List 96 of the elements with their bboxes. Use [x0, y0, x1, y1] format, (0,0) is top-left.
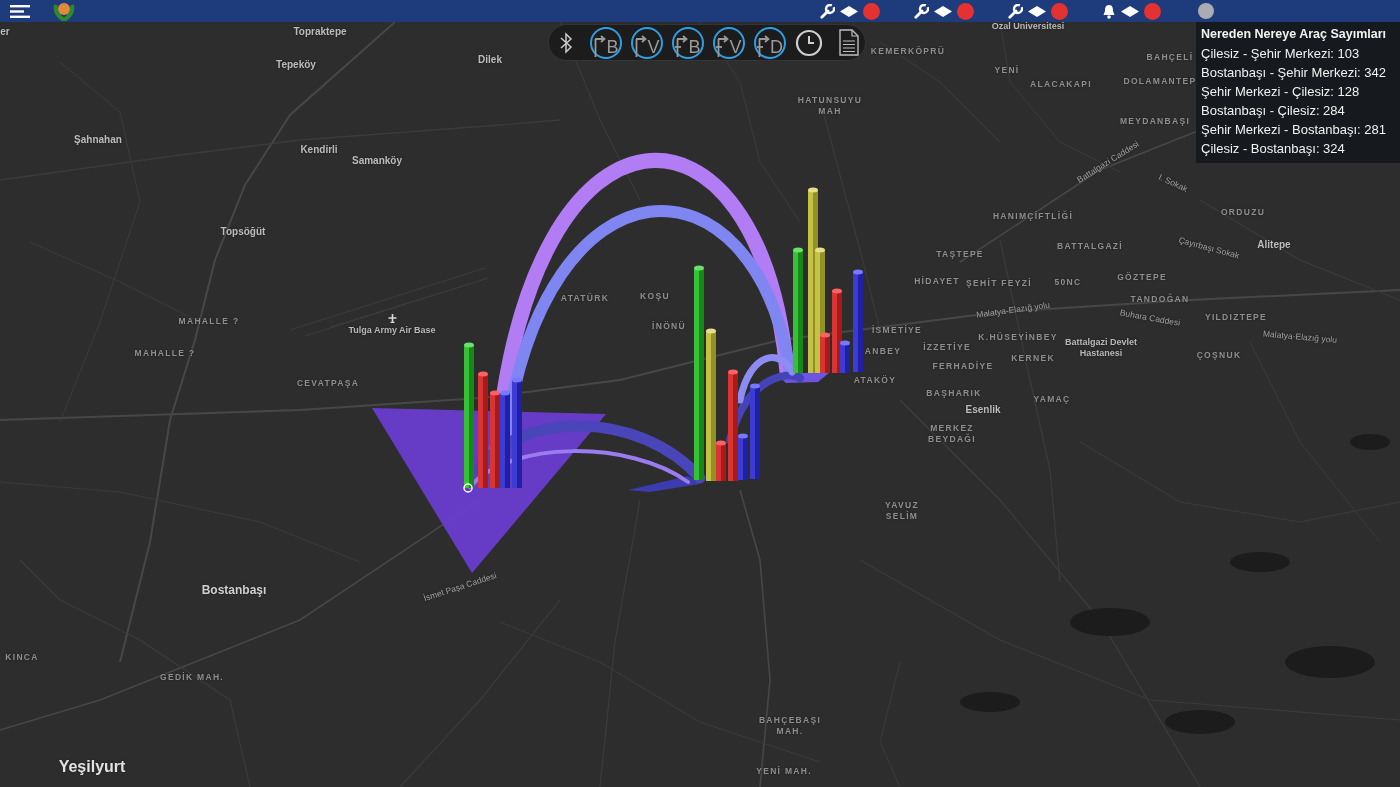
place-label: Samanköy [352, 154, 402, 168]
document-icon[interactable] [839, 29, 859, 56]
diamond-icon [840, 5, 858, 17]
panel-title: Nereden Nereye Araç Sayımları [1201, 26, 1388, 43]
count-row-text: Çilesiz - Şehir Merkezi: 103 [1201, 45, 1361, 63]
district-label: DOLAMANTEP [1123, 75, 1197, 87]
district-label: YILDIZTEPE [1204, 311, 1268, 323]
place-label: Tepeköy [276, 58, 316, 72]
arrow-icon [675, 34, 689, 57]
district-label: BAŞHARIK [926, 387, 982, 399]
district-label: KOŞU [640, 290, 670, 302]
district-label: ANBEY [864, 345, 902, 357]
district-label: İSMETİYE [871, 324, 923, 336]
district-label: ŞEHİT FEYZİ [966, 277, 1032, 289]
direction-button[interactable]: B [590, 26, 622, 59]
district-label: GEDİK MAH. [160, 671, 224, 683]
district-label: 50NC [1054, 276, 1082, 288]
district-label: ATATÜRK [560, 292, 610, 304]
count-row-text: Bostanbaşı - Çilesiz: 284 [1201, 102, 1346, 120]
arrow-icon [716, 34, 730, 57]
place-label: Kendirli [300, 143, 338, 157]
avatar-icon[interactable] [1198, 3, 1214, 19]
direction-button[interactable]: V [631, 26, 663, 59]
count-row-text: Çilesiz - Bostanbaşı: 324 [1201, 140, 1346, 158]
district-label: BAHÇELİ [1146, 51, 1194, 63]
diamond-icon [1028, 5, 1046, 17]
wrench-icon[interactable] [1008, 3, 1023, 19]
district-label: ORDUZU [1220, 206, 1266, 218]
alert-dot-icon [1144, 2, 1161, 20]
place-label: Topraktepe [293, 25, 347, 39]
place-label: Şahnahan [74, 133, 122, 147]
district-label: YAMAÇ [1033, 393, 1071, 405]
district-label: KINCA [5, 651, 39, 663]
arrow-icon [593, 34, 607, 57]
district-label: CEVATPAŞA [296, 377, 360, 389]
bluetooth-icon[interactable] [559, 31, 573, 54]
district-label: HANIMÇİFTLİĞİ [992, 210, 1074, 222]
direction-button[interactable]: B [672, 26, 704, 59]
district-label: TAŞTEPE [936, 248, 984, 260]
district-label: GÖZTEPE [1117, 271, 1167, 283]
road-label: Buhara Caddesi [1119, 307, 1181, 329]
landmark-label: Tulga Army Air Base [348, 325, 436, 337]
district-label: MAHALLE ? [134, 347, 196, 359]
clock-icon[interactable] [795, 28, 823, 57]
district-label: YAVUZ SELİM [885, 500, 919, 522]
menu-icon[interactable] [10, 4, 30, 18]
place-label: Alitepe [1257, 238, 1291, 252]
alert-dot-icon [957, 2, 974, 20]
district-label: İNÖNÜ [652, 320, 686, 332]
region-shape [628, 476, 700, 492]
arrow-icon [757, 34, 770, 57]
place-label: Dilek [478, 53, 502, 67]
district-label: BAHÇEBAŞI MAH. [758, 715, 822, 737]
district-label: HATUNSUYU MAH [797, 95, 863, 117]
road-label: Malatya-Elazığ yolu [1262, 328, 1338, 346]
district-label: KERNEK [1011, 352, 1055, 364]
place-label: Topsöğüt [220, 225, 266, 239]
district-label: MEYDANBAŞI [1119, 115, 1191, 127]
district-label: KEMERKÖPRÜ [870, 45, 946, 57]
water-patch [1165, 710, 1235, 734]
place-label: er [0, 25, 10, 39]
road-label: Malatya-Elazığ yolu [975, 299, 1051, 321]
district-label: ALACAKAPI [1030, 78, 1092, 90]
district-label: ÇOŞNUK [1196, 349, 1242, 361]
district-label: MERKEZ BEYDAĞI [928, 423, 976, 445]
ring-icon [463, 483, 473, 493]
wrench-icon[interactable] [820, 3, 835, 19]
place-label: Esenlik [965, 403, 1001, 417]
count-row-text: Bostanbaşı - Şehir Merkezi: 342 [1201, 64, 1387, 82]
bell-icon[interactable] [1102, 3, 1116, 19]
district-label: K.HÜSEYİNBEY [978, 331, 1058, 343]
district-label: İZZETİYE [923, 341, 971, 353]
district-label: HİDAYET [914, 275, 960, 287]
district-label: FERHADİYE [932, 360, 994, 372]
logo-icon[interactable] [53, 1, 75, 21]
arrow-icon [634, 34, 648, 57]
town-label: Bostanbaşı [201, 582, 267, 598]
district-label: ATAKÖY [853, 374, 897, 386]
district-label: YENİ [994, 64, 1020, 76]
count-row-text: Şehir Merkezi - Bostanbaşı: 281 [1201, 121, 1387, 139]
alert-dot-icon [1051, 2, 1068, 20]
district-label: MAHALLE ? [178, 315, 240, 327]
district-label: TANDOĞAN [1130, 293, 1190, 305]
airplane-icon [388, 314, 397, 323]
direction-button[interactable]: D [754, 26, 786, 59]
district-label: YENİ MAH. [756, 765, 812, 777]
wrench-icon[interactable] [914, 3, 929, 19]
landmark-label: Battalgazi Devlet Hastanesi [1064, 336, 1138, 360]
direction-button[interactable]: V [713, 26, 745, 59]
diamond-icon [1121, 5, 1139, 17]
alert-dot-icon [863, 2, 880, 20]
count-row-text: Şehir Merkezi - Çilesiz: 128 [1201, 83, 1361, 101]
diamond-icon [934, 5, 952, 17]
district-label: BATTALGAZİ [1057, 240, 1123, 252]
landmark-label: Özal Üniversitesi [991, 22, 1065, 33]
city-label: Yeşilyurt [58, 757, 126, 777]
